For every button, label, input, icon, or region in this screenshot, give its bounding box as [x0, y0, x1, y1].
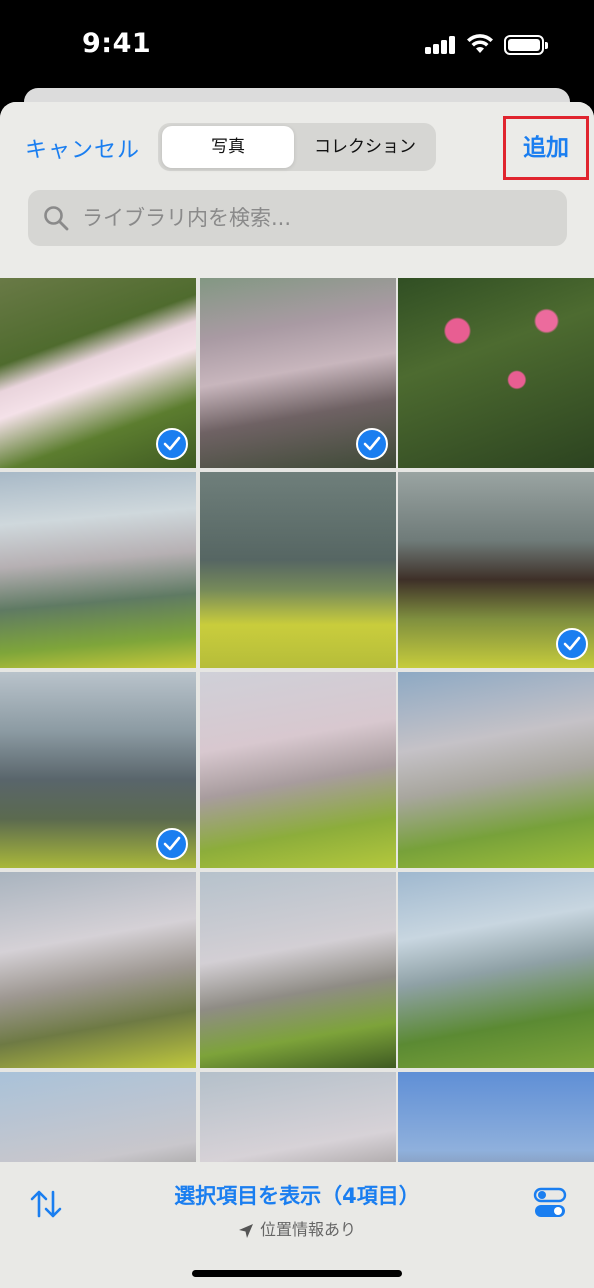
photo-thumbnail[interactable] — [0, 272, 196, 468]
selected-checkmark-icon — [556, 628, 588, 660]
tab-collections[interactable]: コレクション — [298, 126, 432, 168]
photo-thumbnail[interactable] — [200, 472, 396, 668]
tab-photos[interactable]: 写真 — [162, 126, 294, 168]
photo-thumbnail[interactable] — [200, 672, 396, 868]
photo-thumbnail[interactable] — [0, 672, 196, 868]
search-icon — [44, 206, 69, 231]
selected-checkmark-icon — [156, 828, 188, 860]
location-label: 位置情報あり — [259, 1220, 356, 1239]
photo-thumbnail[interactable] — [398, 272, 594, 468]
location-info[interactable]: 位置情報あり — [0, 1216, 594, 1240]
photo-thumbnail[interactable] — [200, 272, 396, 468]
photo-thumbnail[interactable] — [398, 472, 594, 668]
show-selected-button[interactable]: 選択項目を表示（4項目） — [0, 1180, 594, 1210]
selected-checkmark-icon — [156, 428, 188, 460]
photo-thumbnail[interactable] — [398, 872, 594, 1068]
photo-thumbnail[interactable] — [0, 472, 196, 668]
battery-icon — [504, 35, 548, 55]
cellular-signal-icon — [425, 36, 457, 54]
home-indicator — [192, 1270, 402, 1277]
photo-thumbnail[interactable] — [200, 872, 396, 1068]
photo-grid — [0, 268, 594, 1268]
photo-thumbnail[interactable] — [0, 872, 196, 1068]
bottom-toolbar: 選択項目を表示（4項目） 位置情報あり — [0, 1162, 594, 1288]
wifi-icon — [467, 34, 493, 53]
photo-thumbnail[interactable] — [398, 672, 594, 868]
segmented-control: 写真 コレクション — [158, 123, 436, 171]
options-toggle-icon[interactable] — [533, 1186, 567, 1220]
cancel-button[interactable]: キャンセル — [25, 132, 140, 164]
photo-picker-sheet: キャンセル 写真 コレクション 追加 選択項目を表示（4項目） 位置情報あり — [0, 102, 594, 1288]
status-time: 9:41 — [82, 28, 152, 59]
picker-header: キャンセル 写真 コレクション 追加 — [0, 102, 594, 278]
add-button[interactable]: 追加 — [503, 116, 589, 180]
status-bar: 9:41 — [0, 0, 594, 92]
search-input[interactable] — [82, 190, 542, 246]
selected-checkmark-icon — [356, 428, 388, 460]
search-bar — [28, 190, 567, 246]
location-arrow-icon — [238, 1223, 253, 1238]
